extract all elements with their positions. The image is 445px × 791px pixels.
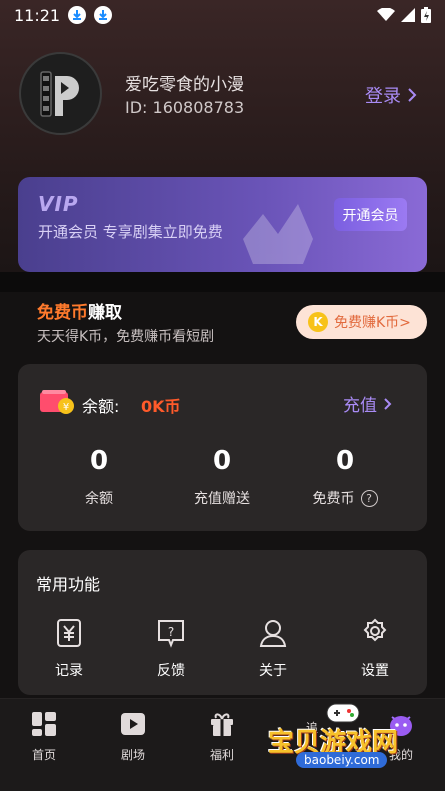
chevron-right-icon [408,88,417,102]
recharge-button[interactable]: 充值 [343,391,392,416]
stat-recharge-bonus: 0 充值赠送 [172,446,272,508]
function-about[interactable]: 关于 [238,618,308,680]
stat-label: 免费币 [312,491,355,507]
function-label: 关于 [259,663,287,679]
function-settings[interactable]: 设置 [340,618,410,680]
wifi-icon [377,8,395,21]
function-label: 设置 [361,663,389,679]
record-icon [57,619,81,647]
help-icon[interactable]: ? [360,489,378,507]
theater-icon [121,713,145,735]
stat-free-coins: 0 免费币 ? [295,446,395,508]
status-time: 11:21 [14,5,61,25]
divider [0,272,445,292]
tab-home[interactable]: 首页 [14,711,74,763]
avatar[interactable] [19,52,102,135]
stat-number: 0 [335,446,355,476]
gift-icon [211,713,233,736]
balance-label: 余额: [82,397,120,416]
functions-card: 常用功能 记录 ? 反馈 关于 设置 [18,550,427,695]
tab-theater[interactable]: 剧场 [103,711,163,763]
vip-banner[interactable]: VIP 开通会员 专享剧集立即免费 开通会员 [18,177,427,272]
stat-number: 0 [89,446,109,476]
balance-card: ¥ 余额: 0K币 充值 0 余额 0 充值赠送 0 免费币 ? [18,364,427,531]
home-icon [32,712,56,736]
recharge-label: 充值 [343,396,377,416]
crown-decoration-icon [243,204,313,264]
stat-label: 充值赠送 [194,491,250,507]
function-label: 反馈 [157,663,185,679]
settings-icon [363,618,387,642]
coin-earn-subtitle: 天天得K币，免费赚币看短剧 [37,329,215,345]
function-feedback[interactable]: ? 反馈 [136,618,206,680]
k-coin-icon: K [308,312,328,332]
tab-label: 剧场 [120,748,145,762]
coin-earn-title: 免费币赚取 [37,298,122,323]
login-button[interactable]: 登录 [365,82,417,108]
feedback-icon: ? [158,620,184,648]
app-logo-icon [39,70,79,117]
function-label: 记录 [55,663,83,679]
chevron-right-icon [384,397,392,410]
stat-number: 0 [212,446,232,476]
tab-welfare[interactable]: 福利 [192,711,252,763]
tab-label: 福利 [209,748,234,762]
watermark: 宝贝游戏网 baobeiy.com [268,700,438,791]
login-label: 登录 [365,86,401,107]
earn-coins-label: 免费赚K币> [334,315,411,331]
vip-description: 开通会员 专享剧集立即免费 [38,223,223,241]
battery-icon [421,7,431,23]
user-id: ID: 160808783 [125,98,245,117]
function-record[interactable]: 记录 [34,618,104,680]
balance-value: 0K币 [141,397,181,416]
status-bar: 11:21 [0,0,445,30]
wallet-icon: ¥ [40,390,74,414]
open-vip-button[interactable]: 开通会员 [334,198,407,231]
svg-text:¥: ¥ [63,402,69,413]
about-icon [259,620,287,647]
nickname: 爱吃零食的小漫 [125,75,244,95]
download-icon [94,6,113,24]
coin-earn-title-a: 免费币 [37,303,88,323]
download-icon [68,6,87,24]
signal-icon [401,8,415,22]
watermark-url: baobeiy.com [296,752,388,768]
functions-title: 常用功能 [36,575,101,594]
earn-coins-button[interactable]: K 免费赚K币> [296,305,427,339]
coin-earn-title-b: 赚取 [88,303,122,323]
vip-logo: VIP [38,192,79,216]
svg-text:?: ? [168,625,174,639]
stat-balance: 0 余额 [49,446,149,508]
tab-label: 首页 [31,748,56,762]
stat-label: 余额 [85,491,113,507]
